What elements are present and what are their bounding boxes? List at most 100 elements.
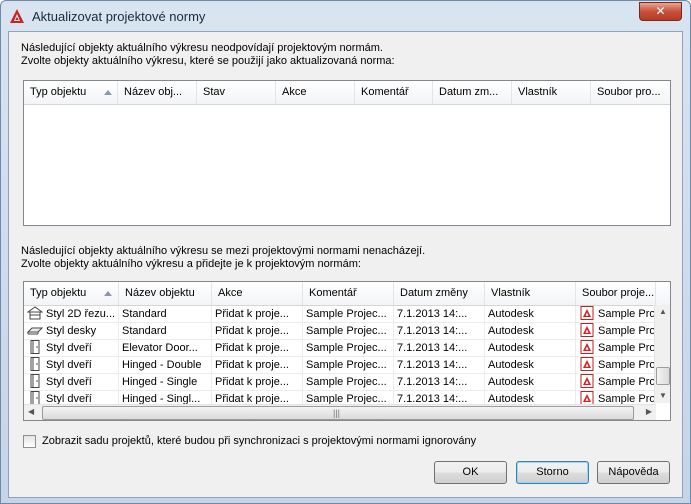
cell-action: Přidat k proje... xyxy=(212,357,303,374)
table-row[interactable]: Styl 2D řezu... Standard Přidat k proje...… xyxy=(24,306,656,323)
top-col-object-type[interactable]: Typ objektu xyxy=(24,81,118,104)
ignore-checkbox[interactable] xyxy=(23,435,36,448)
project-file-icon xyxy=(580,374,594,389)
title-bar[interactable]: Aktualizovat projektové normy ✕ xyxy=(1,1,690,31)
ignore-checkbox-label[interactable]: Zobrazit sadu projektů, které budou při … xyxy=(42,435,476,447)
top-col-date[interactable]: Datum zm... xyxy=(433,81,512,104)
cell-owner: Autodesk xyxy=(485,306,576,323)
table-row[interactable]: Styl dveří Hinged - Double Přidat k proje.… xyxy=(24,357,656,374)
scroll-left-icon[interactable]: ◀ xyxy=(28,405,34,419)
bottom-col-date[interactable]: Datum změny xyxy=(394,282,485,305)
cell-owner-text: Autodesk xyxy=(488,308,534,320)
project-file-icon xyxy=(580,323,594,338)
cell-date-text: 7.1.2013 14:... xyxy=(397,325,468,337)
cell-comment: Sample Projec... xyxy=(303,306,394,323)
cell-object-type: Styl dveří xyxy=(24,374,119,391)
nonconforming-objects-list[interactable]: Typ objektu Název obj... Stav Akce Komen… xyxy=(23,80,671,226)
cell-action: Přidat k proje... xyxy=(212,374,303,391)
top-col-comment[interactable]: Komentář xyxy=(355,81,433,104)
dialog-window: Aktualizovat projektové normy ✕ Následuj… xyxy=(0,0,691,504)
table-row[interactable]: Styl dveří Elevator Door... Přidat k proje… xyxy=(24,340,656,357)
cell-project-file-text: Sample Proj xyxy=(598,376,656,388)
scroll-right-icon[interactable]: ▶ xyxy=(646,405,652,419)
cell-owner: Autodesk xyxy=(485,323,576,340)
scroll-up-icon[interactable]: ▲ xyxy=(659,305,667,319)
cell-action-text: Přidat k proje... xyxy=(215,308,289,320)
horizontal-scrollbar[interactable]: ◀ ||| ▶ xyxy=(24,404,656,420)
cell-object-type-text: Styl dveří xyxy=(46,342,92,354)
cell-owner: Autodesk xyxy=(485,357,576,374)
bottom-instruction-line1: Následující objekty aktuálního výkresu s… xyxy=(21,245,426,257)
cell-owner-text: Autodesk xyxy=(488,342,534,354)
dialog-content: Následující objekty aktuálního výkresu n… xyxy=(8,31,683,498)
bottom-col-object-name[interactable]: Název objektu xyxy=(119,282,212,305)
cell-object-type-text: Styl desky xyxy=(46,325,97,337)
cell-date: 7.1.2013 14:... xyxy=(394,340,485,357)
bottom-col-object-type[interactable]: Typ objektu xyxy=(24,282,119,305)
bottom-col-comment[interactable]: Komentář xyxy=(303,282,394,305)
door-style-icon xyxy=(30,340,40,355)
close-button[interactable]: ✕ xyxy=(639,2,682,21)
top-col-object-name[interactable]: Název obj... xyxy=(118,81,197,104)
cell-comment-text: Sample Projec... xyxy=(306,325,387,337)
ok-button[interactable]: OK xyxy=(434,461,507,484)
cell-project-file: Sample Proj xyxy=(576,374,656,391)
table-row[interactable]: Styl dveří Hinged - Single Přidat k proje.… xyxy=(24,374,656,391)
cell-action-text: Přidat k proje... xyxy=(215,359,289,371)
table-row[interactable]: Styl desky Standard Přidat k proje... Sampl… xyxy=(24,323,656,340)
cell-project-file-text: Sample Proj xyxy=(598,359,656,371)
missing-objects-list[interactable]: Typ objektu Název objektu Akce Komentář … xyxy=(23,281,671,421)
horizontal-scroll-thumb[interactable]: ||| xyxy=(42,406,634,420)
cell-action-text: Přidat k proje... xyxy=(215,376,289,388)
cell-owner: Autodesk xyxy=(485,340,576,357)
door-style-icon xyxy=(30,391,40,406)
cell-action: Přidat k proje... xyxy=(212,340,303,357)
cell-object-type-text: Styl dveří xyxy=(46,359,92,371)
cell-owner: Autodesk xyxy=(485,374,576,391)
top-instruction: Následující objekty aktuálního výkresu n… xyxy=(21,42,395,68)
cell-project-file: Sample Proj xyxy=(576,323,656,340)
door-style-icon xyxy=(30,374,40,389)
vertical-scroll-thumb[interactable] xyxy=(656,367,670,385)
cell-project-file-text: Sample Proj xyxy=(598,308,656,320)
cell-date-text: 7.1.2013 14:... xyxy=(397,359,468,371)
door-style-icon xyxy=(30,357,40,372)
slab-style-icon xyxy=(27,327,43,335)
cell-date-text: 7.1.2013 14:... xyxy=(397,376,468,388)
cell-object-type: Styl desky xyxy=(24,323,119,340)
cell-object-name-text: Standard xyxy=(122,308,167,320)
cell-comment: Sample Projec... xyxy=(303,323,394,340)
cell-object-name-text: Hinged - Double xyxy=(122,359,202,371)
cell-action-text: Přidat k proje... xyxy=(215,325,289,337)
cell-date-text: 7.1.2013 14:... xyxy=(397,308,468,320)
autocad-logo-icon xyxy=(10,9,24,23)
cell-project-file-text: Sample Proj xyxy=(598,342,656,354)
cell-object-name-text: Hinged - Single xyxy=(122,376,198,388)
cell-owner-text: Autodesk xyxy=(488,376,534,388)
cell-comment-text: Sample Projec... xyxy=(306,342,387,354)
cell-date: 7.1.2013 14:... xyxy=(394,323,485,340)
bottom-col-action[interactable]: Akce xyxy=(212,282,303,305)
scroll-down-icon[interactable]: ▼ xyxy=(659,389,667,403)
cell-object-name-text: Standard xyxy=(122,325,167,337)
cell-project-file: Sample Proj xyxy=(576,340,656,357)
cell-comment-text: Sample Projec... xyxy=(306,376,387,388)
cell-project-file: Sample Proj xyxy=(576,357,656,374)
cell-object-type-text: Styl dveří xyxy=(46,376,92,388)
cell-action-text: Přidat k proje... xyxy=(215,342,289,354)
top-col-owner[interactable]: Vlastník xyxy=(512,81,591,104)
vertical-scrollbar[interactable]: ▲ ▼ xyxy=(654,305,670,403)
cancel-button[interactable]: Storno xyxy=(516,461,589,484)
top-list-header: Typ objektu Název obj... Stav Akce Komen… xyxy=(24,81,670,105)
bottom-instruction: Následující objekty aktuálního výkresu s… xyxy=(21,245,425,271)
top-col-action[interactable]: Akce xyxy=(276,81,355,104)
cell-comment: Sample Projec... xyxy=(303,357,394,374)
top-col-project-file[interactable]: Soubor pro... xyxy=(591,81,670,104)
help-button[interactable]: Nápověda xyxy=(597,461,670,484)
cell-project-file: Sample Proj xyxy=(576,306,656,323)
dialog-title: Aktualizovat projektové normy xyxy=(32,9,206,24)
top-col-status[interactable]: Stav xyxy=(197,81,276,104)
bottom-col-owner[interactable]: Vlastník xyxy=(485,282,576,305)
cell-comment-text: Sample Projec... xyxy=(306,308,387,320)
bottom-col-project-file[interactable]: Soubor proje... xyxy=(576,282,656,305)
